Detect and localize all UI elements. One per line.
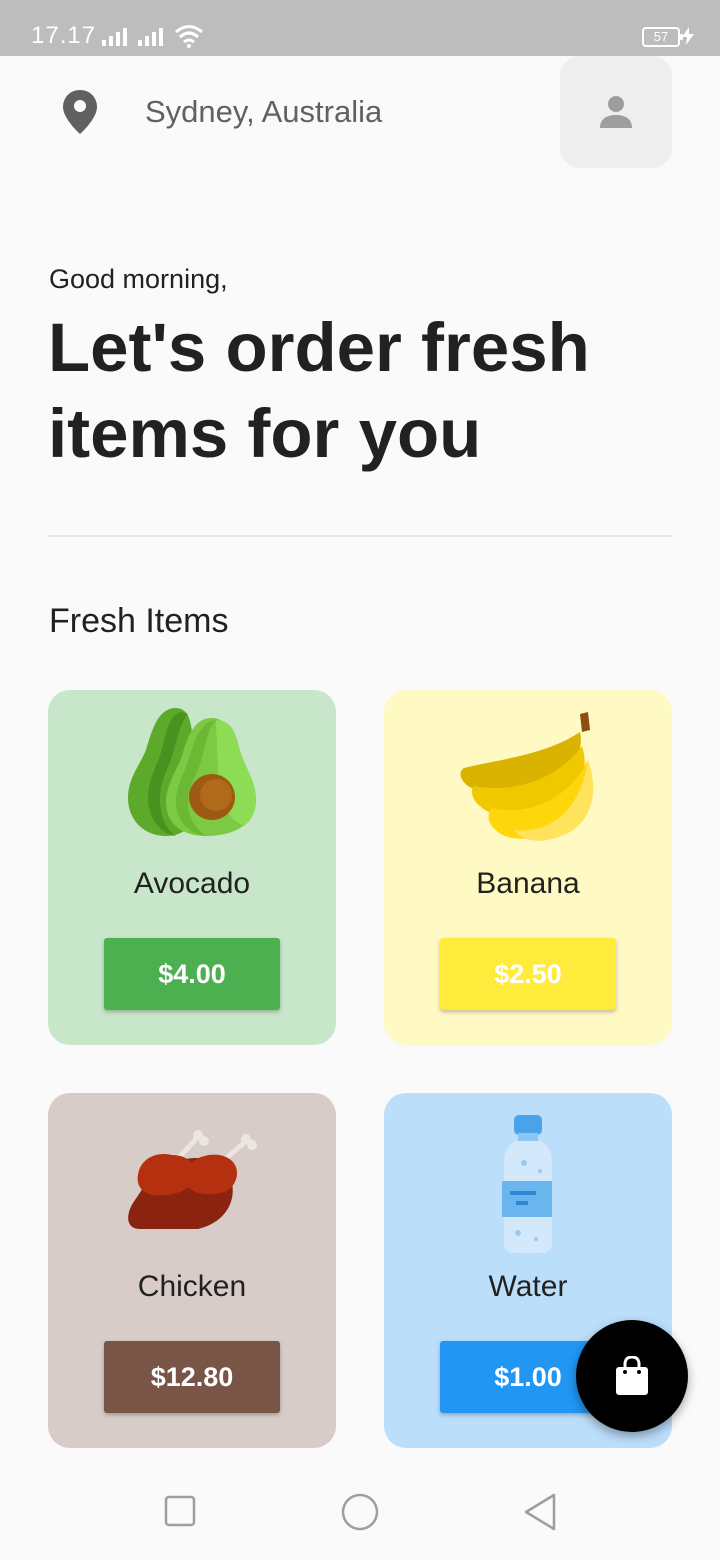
item-card-banana[interactable]: Banana $2.50 (384, 690, 672, 1045)
location-label[interactable]: Sydney, Australia (145, 93, 382, 131)
price-label: $12.80 (150, 1361, 234, 1392)
section-title: Fresh Items (49, 602, 229, 640)
cart-fab[interactable] (576, 1320, 688, 1432)
item-name: Avocado (133, 867, 251, 900)
system-nav-bar (0, 1470, 720, 1560)
chicken-icon (128, 1130, 257, 1229)
shopping-bag-icon (616, 1356, 648, 1395)
item-name: Chicken (137, 1270, 247, 1303)
avocado-icon (128, 708, 256, 836)
greeting-text: Good morning, (49, 264, 228, 294)
price-button[interactable]: $2.50 (440, 938, 616, 1010)
item-name: Water (488, 1270, 568, 1303)
price-button[interactable]: $12.80 (104, 1341, 280, 1413)
price-label: $2.50 (494, 958, 562, 989)
signal-wifi-icons (102, 25, 203, 48)
item-card-avocado[interactable]: Avocado $4.00 (48, 690, 336, 1045)
water-bottle-icon (502, 1115, 552, 1253)
item-name: Banana (476, 867, 580, 900)
square-icon[interactable] (164, 1495, 196, 1527)
charging-icon (682, 27, 694, 45)
banana-icon (460, 712, 594, 841)
divider (48, 535, 672, 537)
price-label: $1.00 (494, 1361, 562, 1392)
status-time: 17.17 (31, 22, 97, 49)
location-pin-icon[interactable] (62, 90, 98, 134)
triangle-back-icon[interactable] (522, 1492, 558, 1532)
person-icon (600, 96, 632, 128)
battery-indicator: 57 (642, 27, 683, 47)
price-button[interactable]: $4.00 (104, 938, 280, 1010)
item-card-chicken[interactable]: Chicken $12.80 (48, 1093, 336, 1448)
circle-icon[interactable] (341, 1493, 379, 1531)
page-title: Let's order fresh items for you (48, 309, 590, 472)
price-label: $4.00 (158, 958, 226, 989)
status-bar: 17.17 57 (0, 0, 720, 56)
profile-button[interactable] (560, 56, 672, 168)
